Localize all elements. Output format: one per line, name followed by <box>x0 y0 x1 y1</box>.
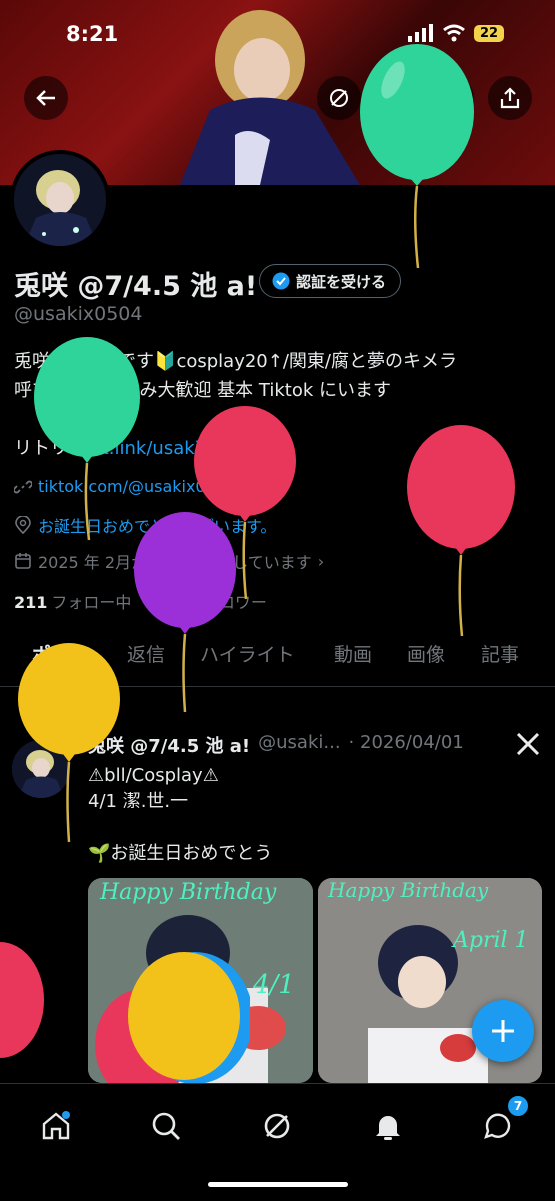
tab-articles[interactable]: 記事 <box>481 640 519 667</box>
search-icon <box>152 1112 180 1140</box>
home-icon <box>42 1111 70 1140</box>
following-label: フォロー中 <box>51 593 132 612</box>
media1-caption: Happy Birthday <box>100 880 277 905</box>
compose-icon <box>492 1020 514 1042</box>
balloon-red-3 <box>0 942 44 1058</box>
tab-media[interactable]: 画像 <box>407 640 445 667</box>
link-icon <box>14 480 32 493</box>
balloon-yellow-2 <box>128 952 250 1084</box>
post-header: 兎咲 @7/4.5 池 a! @usaki... · 2026/04/01 <box>88 732 464 758</box>
chevron-right-icon: › <box>317 551 325 571</box>
battery-indicator: 22 <box>474 24 505 42</box>
nav-grok[interactable] <box>257 1106 297 1146</box>
status-time: 8:21 <box>66 22 119 46</box>
nav-search[interactable] <box>146 1106 186 1146</box>
profile-avatar[interactable] <box>10 150 110 250</box>
profile-handle: @usakix0504 <box>14 303 143 325</box>
post-date[interactable]: · 2026/04/01 <box>349 732 464 758</box>
x-logo-icon <box>516 733 540 755</box>
profile-name: 兎咲 @7/4.5 池 a! <box>14 271 258 302</box>
balloon-green-1 <box>360 44 474 269</box>
get-verified-label: 認証を受ける <box>296 272 387 291</box>
nav-home[interactable] <box>36 1106 76 1146</box>
nav-messages[interactable]: 7 <box>478 1094 530 1146</box>
share-button[interactable] <box>488 76 532 120</box>
compose-button[interactable] <box>472 1000 534 1062</box>
verified-badge-icon <box>272 272 290 290</box>
avatar-photo <box>14 154 106 246</box>
balloon-red-2 <box>407 425 515 637</box>
grok-icon <box>264 1113 290 1139</box>
back-button[interactable] <box>24 76 68 120</box>
calendar-icon <box>15 553 31 569</box>
media2-date: April 1 <box>453 928 529 953</box>
post-author-handle[interactable]: @usaki... <box>258 732 340 758</box>
location-icon <box>15 516 31 534</box>
following-link[interactable]: 211 フォロー中 <box>14 589 131 613</box>
home-indicator <box>208 1182 348 1187</box>
following-count: 211 <box>14 593 48 612</box>
media2-caption: Happy Birthday <box>328 878 489 902</box>
tab-videos[interactable]: 動画 <box>334 640 372 667</box>
nav-notifications[interactable] <box>368 1106 408 1146</box>
balloon-purple <box>134 512 236 713</box>
share-icon <box>500 87 520 109</box>
balloon-green-2 <box>34 337 140 541</box>
notifications-icon <box>376 1116 400 1140</box>
messages-badge: 7 <box>506 1094 530 1118</box>
grok-icon <box>330 89 348 107</box>
media1-date: 4/1 <box>253 970 295 1000</box>
back-arrow-icon <box>36 90 55 106</box>
balloon-yellow-1 <box>18 643 120 843</box>
